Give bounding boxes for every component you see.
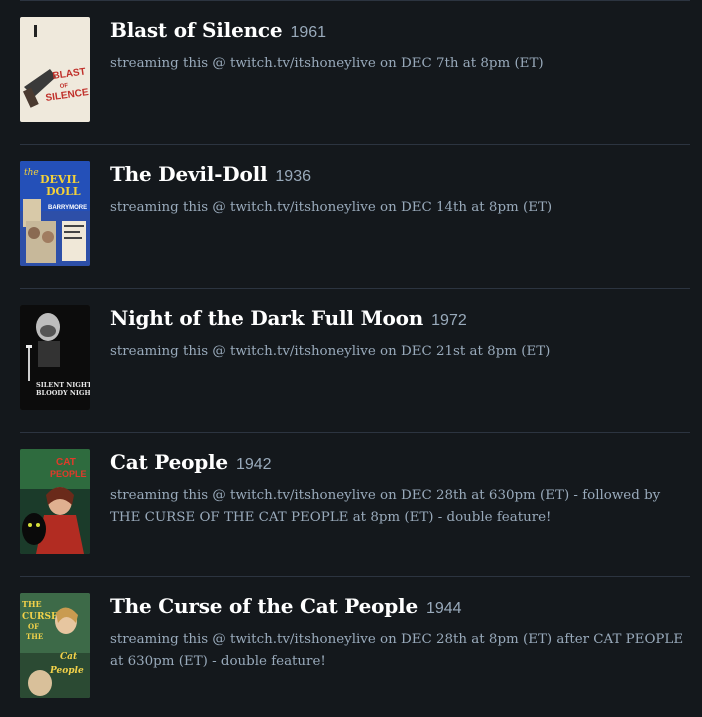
film-title[interactable]: The Devil-Doll xyxy=(110,162,268,186)
svg-text:CURSE: CURSE xyxy=(22,612,58,622)
svg-text:THE: THE xyxy=(26,632,43,641)
svg-text:DOLL: DOLL xyxy=(46,185,81,198)
film-poster[interactable]: THE CURSE OF THE Cat People xyxy=(20,593,90,698)
title-line: Blast of Silence 1961 xyxy=(110,18,326,42)
title-line: Night of the Dark Full Moon 1972 xyxy=(110,306,467,330)
film-poster[interactable]: the DEVIL DOLL BARRYMORE xyxy=(20,161,90,266)
list-item: SILENT NIGHT BLOODY NIGHT Night of the D… xyxy=(20,288,690,432)
list-item: CAT PEOPLE Cat People 1942 streaming this… xyxy=(20,432,690,576)
list-item: BLAST OF SILENCE Blast of Silence 1961 st… xyxy=(20,0,690,144)
film-note: streaming this @ twitch.tv/itshoneylive … xyxy=(110,56,544,71)
svg-text:BLOODY NIGHT: BLOODY NIGHT xyxy=(36,389,90,397)
svg-text:BARRYMORE: BARRYMORE xyxy=(48,205,87,211)
svg-text:the: the xyxy=(24,168,39,178)
svg-text:CAT: CAT xyxy=(56,457,76,468)
list-item: the DEVIL DOLL BARRYMORE The Devil-Doll 1… xyxy=(20,144,690,288)
film-note: streaming this @ twitch.tv/itshoneylive … xyxy=(110,632,684,669)
poster-image: SILENT NIGHT BLOODY NIGHT xyxy=(20,305,90,410)
film-year[interactable]: 1942 xyxy=(236,456,272,473)
svg-text:PEOPLE: PEOPLE xyxy=(50,469,87,479)
svg-text:OF: OF xyxy=(28,622,39,631)
film-poster[interactable]: BLAST OF SILENCE xyxy=(20,17,90,122)
film-title[interactable]: The Curse of the Cat People xyxy=(110,594,418,618)
film-year[interactable]: 1961 xyxy=(290,24,326,41)
film-title[interactable]: Cat People xyxy=(110,450,228,474)
svg-text:People: People xyxy=(49,666,84,676)
list-item: THE CURSE OF THE Cat People The Curse of… xyxy=(20,576,690,717)
film-poster[interactable]: CAT PEOPLE xyxy=(20,449,90,554)
svg-text:OF: OF xyxy=(59,83,68,90)
film-title[interactable]: Blast of Silence xyxy=(110,18,283,42)
poster-image: THE CURSE OF THE Cat People xyxy=(20,593,90,698)
film-list: BLAST OF SILENCE Blast of Silence 1961 st… xyxy=(0,0,702,717)
title-line: The Curse of the Cat People 1944 xyxy=(110,594,462,618)
svg-text:SILENT NIGHT: SILENT NIGHT xyxy=(36,381,90,389)
poster-image: BLAST OF SILENCE xyxy=(20,17,90,122)
film-title[interactable]: Night of the Dark Full Moon xyxy=(110,306,423,330)
film-year[interactable]: 1936 xyxy=(275,168,311,185)
film-year[interactable]: 1972 xyxy=(431,312,467,329)
title-line: Cat People 1942 xyxy=(110,450,272,474)
poster-image: CAT PEOPLE xyxy=(20,449,90,554)
film-year[interactable]: 1944 xyxy=(426,600,462,617)
svg-text:Cat: Cat xyxy=(60,652,78,662)
title-line: The Devil-Doll 1936 xyxy=(110,162,311,186)
film-note: streaming this @ twitch.tv/itshoneylive … xyxy=(110,200,553,215)
poster-image: the DEVIL DOLL BARRYMORE xyxy=(20,161,90,266)
film-note: streaming this @ twitch.tv/itshoneylive … xyxy=(110,344,551,359)
film-note: streaming this @ twitch.tv/itshoneylive … xyxy=(110,488,661,525)
svg-text:THE: THE xyxy=(22,599,42,609)
film-poster[interactable]: SILENT NIGHT BLOODY NIGHT xyxy=(20,305,90,410)
